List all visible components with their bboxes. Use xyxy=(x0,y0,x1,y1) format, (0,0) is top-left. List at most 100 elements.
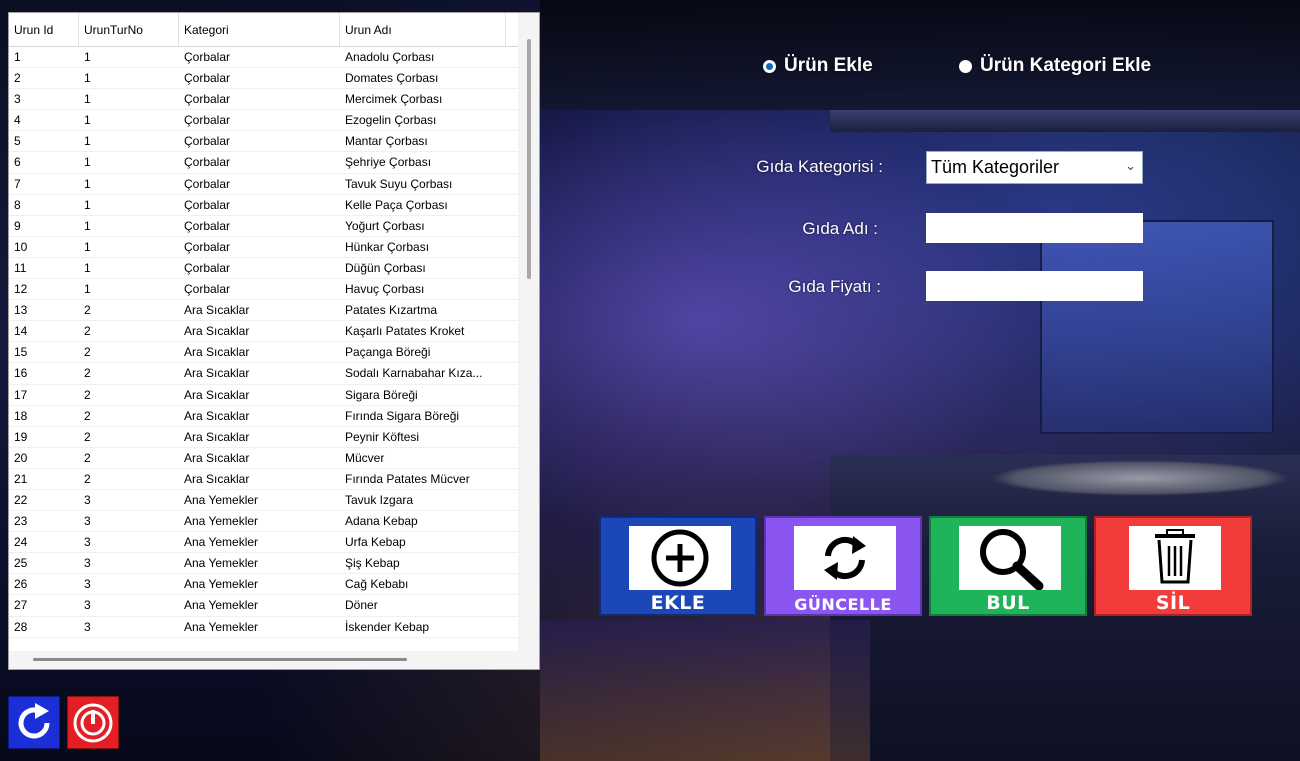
cell-urun-id[interactable]: 11 xyxy=(9,258,79,278)
cell-kategori[interactable]: Ana Yemekler xyxy=(179,574,340,594)
table-row[interactable]: 26 3 Ana Yemekler Cağ Kebabı xyxy=(9,574,519,596)
cell-urun-tur-no[interactable]: 2 xyxy=(79,469,179,489)
cell-urun-tur-no[interactable]: 2 xyxy=(79,448,179,468)
cell-urun-id[interactable]: 21 xyxy=(9,469,79,489)
cell-urun-adi[interactable]: Adana Kebap xyxy=(340,511,506,531)
cell-urun-id[interactable]: 23 xyxy=(9,511,79,531)
cell-kategori[interactable]: Ana Yemekler xyxy=(179,511,340,531)
cell-urun-tur-no[interactable]: 2 xyxy=(79,342,179,362)
cell-urun-id[interactable]: 4 xyxy=(9,110,79,130)
cell-urun-id[interactable]: 28 xyxy=(9,617,79,637)
cell-urun-tur-no[interactable]: 3 xyxy=(79,617,179,637)
table-row[interactable]: 25 3 Ana Yemekler Şiş Kebap xyxy=(9,553,519,575)
cell-urun-id[interactable]: 12 xyxy=(9,279,79,299)
horizontal-scrollbar[interactable] xyxy=(9,651,539,669)
column-header-urun-tur-no[interactable]: UrunTurNo xyxy=(79,13,179,46)
category-select[interactable]: Tüm Kategoriler ⌄ xyxy=(926,151,1143,184)
cell-kategori[interactable]: Çorbalar xyxy=(179,195,340,215)
cell-urun-adi[interactable]: Mantar Çorbası xyxy=(340,131,506,151)
cell-urun-id[interactable]: 18 xyxy=(9,406,79,426)
cell-urun-id[interactable]: 19 xyxy=(9,427,79,447)
cell-urun-tur-no[interactable]: 1 xyxy=(79,174,179,194)
cell-urun-tur-no[interactable]: 1 xyxy=(79,258,179,278)
table-row[interactable]: 20 2 Ara Sıcaklar Mücver xyxy=(9,448,519,469)
cell-kategori[interactable]: Çorbalar xyxy=(179,89,340,109)
cell-urun-adi[interactable]: Ezogelin Çorbası xyxy=(340,110,506,130)
cell-kategori[interactable]: Ara Sıcaklar xyxy=(179,448,340,468)
cell-urun-id[interactable]: 25 xyxy=(9,553,79,573)
update-button[interactable]: GÜNCELLE xyxy=(764,516,922,616)
cell-kategori[interactable]: Çorbalar xyxy=(179,279,340,299)
cell-urun-id[interactable]: 2 xyxy=(9,68,79,88)
cell-urun-id[interactable]: 27 xyxy=(9,595,79,615)
cell-urun-adi[interactable]: Havuç Çorbası xyxy=(340,279,506,299)
horizontal-scroll-thumb[interactable] xyxy=(33,658,407,661)
cell-kategori[interactable]: Ara Sıcaklar xyxy=(179,342,340,362)
cell-urun-tur-no[interactable]: 3 xyxy=(79,574,179,594)
cell-urun-adi[interactable]: Sigara Böreği xyxy=(340,385,506,405)
cell-urun-adi[interactable]: Şiş Kebap xyxy=(340,553,506,573)
find-button[interactable]: BUL xyxy=(929,516,1087,616)
table-row[interactable]: 18 2 Ara Sıcaklar Fırında Sigara Böreği xyxy=(9,406,519,427)
cell-kategori[interactable]: Çorbalar xyxy=(179,174,340,194)
price-input[interactable] xyxy=(926,271,1143,301)
table-row[interactable]: 4 1 Çorbalar Ezogelin Çorbası xyxy=(9,110,519,132)
cell-urun-tur-no[interactable]: 1 xyxy=(79,89,179,109)
table-row[interactable]: 22 3 Ana Yemekler Tavuk Izgara xyxy=(9,490,519,512)
cell-kategori[interactable]: Çorbalar xyxy=(179,47,340,67)
table-row[interactable]: 10 1 Çorbalar Hünkar Çorbası xyxy=(9,237,519,258)
name-input[interactable] xyxy=(926,213,1143,243)
cell-kategori[interactable]: Çorbalar xyxy=(179,131,340,151)
cell-kategori[interactable]: Ara Sıcaklar xyxy=(179,300,340,320)
table-row[interactable]: 12 1 Çorbalar Havuç Çorbası xyxy=(9,279,519,301)
cell-urun-adi[interactable]: Urfa Kebap xyxy=(340,532,506,552)
cell-urun-id[interactable]: 22 xyxy=(9,490,79,510)
reload-button[interactable] xyxy=(8,696,60,749)
cell-urun-id[interactable]: 10 xyxy=(9,237,79,257)
cell-kategori[interactable]: Ana Yemekler xyxy=(179,532,340,552)
cell-urun-tur-no[interactable]: 1 xyxy=(79,110,179,130)
cell-urun-tur-no[interactable]: 2 xyxy=(79,427,179,447)
cell-kategori[interactable]: Çorbalar xyxy=(179,110,340,130)
table-row[interactable]: 19 2 Ara Sıcaklar Peynir Köftesi xyxy=(9,427,519,448)
cell-urun-adi[interactable]: Fırında Sigara Böreği xyxy=(340,406,506,426)
cell-urun-tur-no[interactable]: 3 xyxy=(79,595,179,615)
cell-urun-tur-no[interactable]: 1 xyxy=(79,131,179,151)
cell-kategori[interactable]: Çorbalar xyxy=(179,152,340,172)
table-row[interactable]: 13 2 Ara Sıcaklar Patates Kızartma xyxy=(9,300,519,322)
column-header-urun-adi[interactable]: Urun Adı xyxy=(340,13,506,46)
table-row[interactable]: 6 1 Çorbalar Şehriye Çorbası xyxy=(9,152,519,174)
cell-urun-adi[interactable]: Patates Kızartma xyxy=(340,300,506,320)
delete-button[interactable]: SİL xyxy=(1094,516,1252,616)
radio-urun-kategori-ekle[interactable]: Ürün Kategori Ekle xyxy=(959,55,1151,77)
cell-urun-adi[interactable]: Cağ Kebabı xyxy=(340,574,506,594)
cell-kategori[interactable]: Ara Sıcaklar xyxy=(179,385,340,405)
cell-urun-id[interactable]: 6 xyxy=(9,152,79,172)
cell-urun-id[interactable]: 14 xyxy=(9,321,79,341)
cell-kategori[interactable]: Çorbalar xyxy=(179,68,340,88)
cell-kategori[interactable]: Ana Yemekler xyxy=(179,490,340,510)
cell-urun-id[interactable]: 8 xyxy=(9,195,79,215)
cell-urun-id[interactable]: 3 xyxy=(9,89,79,109)
column-header-urun-id[interactable]: Urun Id xyxy=(9,13,79,46)
cell-kategori[interactable]: Ara Sıcaklar xyxy=(179,427,340,447)
cell-kategori[interactable]: Ana Yemekler xyxy=(179,617,340,637)
cell-urun-adi[interactable]: Düğün Çorbası xyxy=(340,258,506,278)
vertical-scroll-thumb[interactable] xyxy=(527,39,531,279)
cell-urun-tur-no[interactable]: 1 xyxy=(79,47,179,67)
cell-urun-adi[interactable]: Anadolu Çorbası xyxy=(340,47,506,67)
cell-urun-adi[interactable]: Kelle Paça Çorbası xyxy=(340,195,506,215)
cell-urun-tur-no[interactable]: 3 xyxy=(79,532,179,552)
column-header-kategori[interactable]: Kategori xyxy=(179,13,340,46)
cell-urun-adi[interactable]: Domates Çorbası xyxy=(340,68,506,88)
cell-urun-tur-no[interactable]: 1 xyxy=(79,195,179,215)
cell-urun-adi[interactable]: Döner xyxy=(340,595,506,615)
cell-urun-adi[interactable]: Peynir Köftesi xyxy=(340,427,506,447)
cell-kategori[interactable]: Çorbalar xyxy=(179,237,340,257)
table-row[interactable]: 28 3 Ana Yemekler İskender Kebap xyxy=(9,617,519,638)
cell-urun-adi[interactable]: İskender Kebap xyxy=(340,617,506,637)
cell-urun-tur-no[interactable]: 2 xyxy=(79,406,179,426)
cell-urun-id[interactable]: 1 xyxy=(9,47,79,67)
cell-kategori[interactable]: Çorbalar xyxy=(179,258,340,278)
cell-kategori[interactable]: Ana Yemekler xyxy=(179,595,340,615)
